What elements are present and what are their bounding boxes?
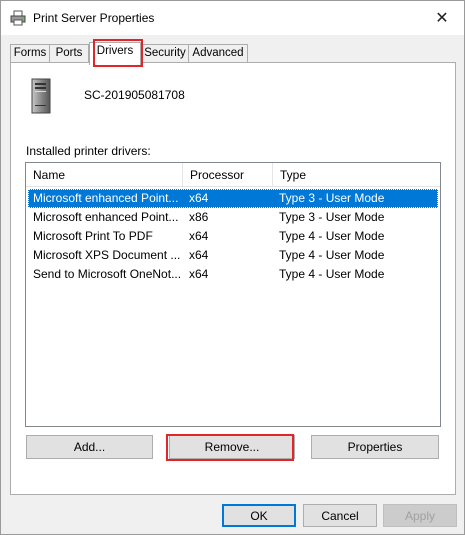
close-button[interactable]: ✕: [420, 1, 464, 35]
column-header-type[interactable]: Type: [273, 163, 440, 187]
server-icon: [31, 78, 51, 114]
table-row[interactable]: Microsoft enhanced Point... x64 Type 3 -…: [28, 189, 438, 208]
button-label: OK: [250, 508, 268, 523]
tab-advanced[interactable]: Advanced: [188, 44, 248, 63]
tab-label: Drivers: [96, 45, 134, 57]
tab-security[interactable]: Security: [141, 44, 189, 63]
driver-processor: x64: [189, 229, 209, 243]
column-header-name[interactable]: Name: [26, 163, 183, 187]
table-row[interactable]: Microsoft enhanced Point... x86 Type 3 -…: [28, 208, 438, 227]
tab-label: Advanced: [192, 47, 244, 59]
server-name: SC-201905081708: [84, 88, 185, 102]
tab-forms[interactable]: Forms: [10, 44, 50, 63]
ok-button[interactable]: OK: [222, 504, 296, 527]
apply-button[interactable]: Apply: [383, 504, 457, 527]
remove-button[interactable]: Remove...: [169, 435, 295, 459]
table-row[interactable]: Microsoft XPS Document ... x64 Type 4 - …: [28, 246, 438, 265]
driver-name: Microsoft enhanced Point...: [33, 191, 179, 205]
column-label: Type: [280, 168, 307, 182]
tab-ports[interactable]: Ports: [49, 44, 89, 63]
column-label: Processor: [190, 168, 245, 182]
table-row[interactable]: Microsoft Print To PDF x64 Type 4 - User…: [28, 227, 438, 246]
drivers-panel: SC-201905081708 Installed printer driver…: [10, 62, 456, 495]
button-label: Properties: [347, 440, 403, 454]
driver-type: Type 4 - User Mode: [279, 267, 385, 281]
printer-icon: [10, 10, 26, 26]
button-label: Add...: [73, 440, 106, 454]
button-label: Cancel: [321, 508, 359, 523]
column-label: Name: [33, 168, 66, 182]
driver-type: Type 4 - User Mode: [279, 248, 385, 262]
driver-type: Type 4 - User Mode: [279, 229, 385, 243]
driver-name: Send to Microsoft OneNot...: [33, 267, 182, 281]
list-header: Name Processor Type: [26, 163, 440, 187]
driver-name: Microsoft Print To PDF: [33, 229, 153, 243]
properties-button[interactable]: Properties: [311, 435, 439, 459]
button-label: Apply: [404, 508, 436, 523]
driver-type: Type 3 - User Mode: [279, 210, 385, 224]
title-bar: Print Server Properties ✕: [1, 1, 464, 35]
add-button[interactable]: Add...: [26, 435, 153, 459]
button-label: Remove...: [204, 440, 260, 454]
tab-drivers[interactable]: Drivers: [89, 42, 141, 65]
installed-drivers-label: Installed printer drivers:: [26, 144, 151, 158]
drivers-list[interactable]: Name Processor Type Microsoft enhanced P…: [25, 162, 441, 427]
tab-label: Security: [144, 47, 186, 59]
driver-name: Microsoft XPS Document ...: [33, 248, 181, 262]
driver-processor: x86: [189, 210, 209, 224]
cancel-button[interactable]: Cancel: [303, 504, 377, 527]
print-server-properties-dialog: Print Server Properties ✕ Forms Ports Dr…: [0, 0, 465, 535]
driver-processor: x64: [189, 267, 209, 281]
table-row[interactable]: Send to Microsoft OneNot... x64 Type 4 -…: [28, 265, 438, 284]
driver-processor: x64: [189, 248, 209, 262]
window-title: Print Server Properties: [33, 11, 155, 25]
driver-processor: x64: [189, 191, 209, 205]
tab-label: Forms: [13, 47, 47, 59]
driver-type: Type 3 - User Mode: [279, 191, 385, 205]
tab-label: Ports: [55, 47, 83, 59]
close-icon: ✕: [435, 10, 449, 27]
column-header-processor[interactable]: Processor: [183, 163, 273, 187]
driver-name: Microsoft enhanced Point...: [33, 210, 179, 224]
